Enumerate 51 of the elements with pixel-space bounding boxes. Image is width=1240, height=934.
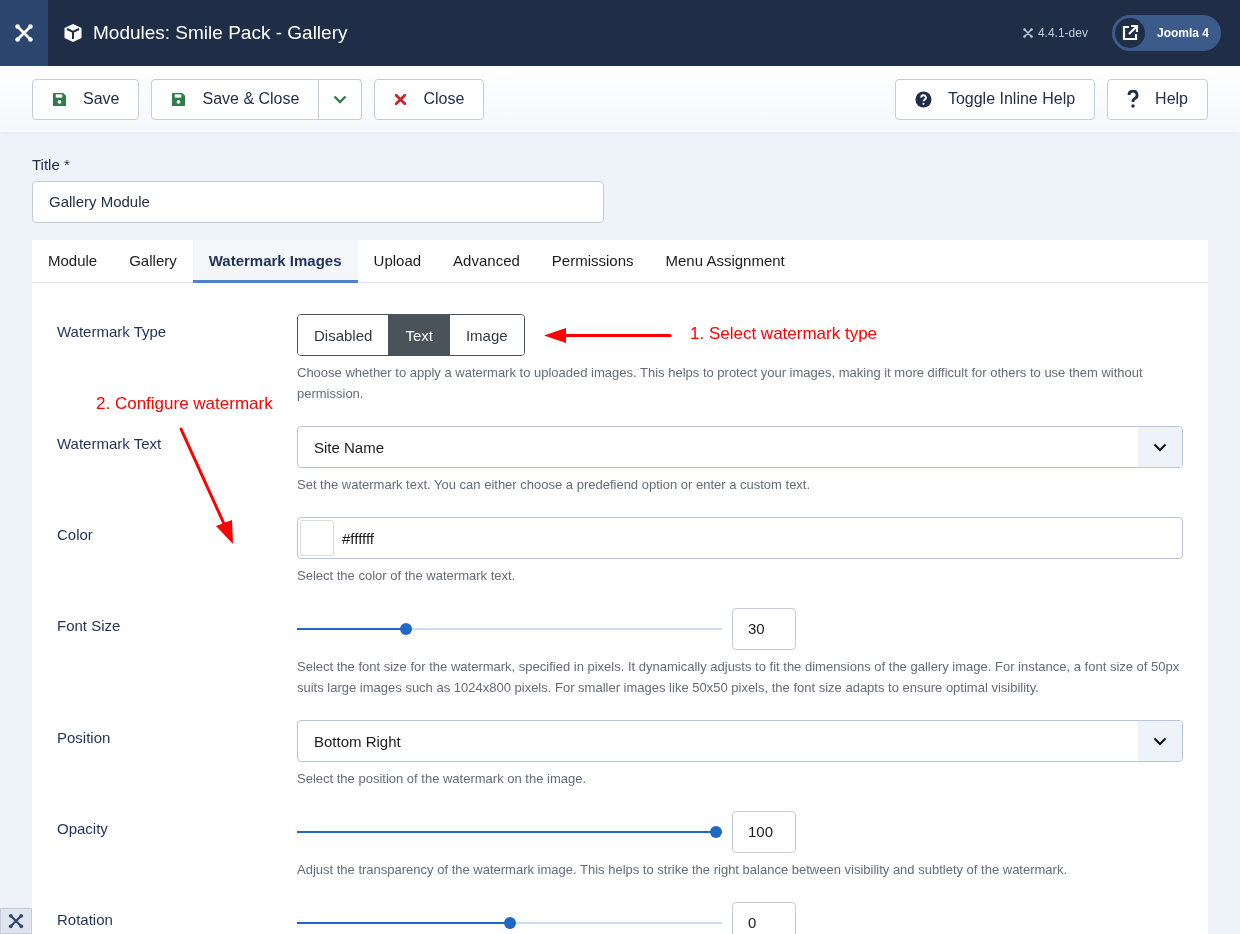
- annotation-text: 2. Configure watermark: [96, 394, 273, 414]
- number-field[interactable]: 0: [732, 902, 796, 934]
- color-field[interactable]: #ffffff: [297, 517, 1183, 559]
- tab[interactable]: Advanced: [437, 240, 536, 283]
- version-label: 4.4.1-dev: [1037, 26, 1088, 40]
- cube-icon: [63, 23, 83, 43]
- field-description: Select the position of the watermark on the image.: [297, 770, 588, 788]
- toolbar-button[interactable]: Help: [1107, 78, 1208, 120]
- toolbar-button[interactable]: Close: [374, 78, 485, 120]
- tab[interactable]: Permissions: [535, 240, 650, 283]
- external-link-icon: [1120, 24, 1139, 42]
- toolbar-button[interactable]: Toggle Inline Help: [894, 78, 1096, 120]
- select-field[interactable]: Bottom Right: [297, 720, 1183, 762]
- tab[interactable]: Upload: [357, 240, 438, 283]
- annotation-text: 1. Select watermark type: [690, 324, 878, 344]
- help-icon: [914, 90, 932, 108]
- tab[interactable]: Menu Assignment: [649, 240, 801, 283]
- title-field[interactable]: Gallery Module: [32, 181, 604, 223]
- chevron-down-icon: [1153, 736, 1167, 746]
- tab[interactable]: Gallery: [113, 240, 193, 283]
- field-label: Rotation: [57, 911, 113, 928]
- save-icon: [171, 91, 187, 107]
- toolbar-button[interactable]: Save: [32, 78, 140, 120]
- chevron-down-icon: [1153, 442, 1167, 452]
- toolbar-button[interactable]: Save & Close: [151, 78, 320, 120]
- joomla-logo[interactable]: [0, 0, 48, 66]
- field-label: Opacity: [57, 820, 108, 837]
- select-field[interactable]: Site Name: [297, 426, 1183, 468]
- field-description: Select the font size for the watermark, specified in pixels. It dynamically adjusts to fit the dimensions of the gallery image. For instance, a font size of 50px suits large images such as 1024x800 pixels. For smaller images like 50x50 pixels, the font size adapts to ensure optimal visibility.: [297, 658, 1181, 697]
- page-title: Modules: Smile Pack - Gallery: [93, 22, 348, 44]
- number-field[interactable]: 100: [732, 811, 796, 853]
- field-label: Watermark Type: [57, 323, 167, 340]
- field-label: Position: [57, 729, 111, 746]
- chevron-down-icon: [333, 94, 348, 104]
- field-label: Title *: [32, 156, 70, 173]
- segment-option[interactable]: Text: [388, 315, 449, 355]
- site-link-button[interactable]: Joomla 4: [1111, 15, 1221, 51]
- close-icon: [394, 92, 408, 106]
- field-description: Select the color of the watermark text.: [297, 567, 517, 585]
- field-label: Color: [57, 526, 93, 543]
- save-icon: [52, 91, 67, 107]
- field-description: Set the watermark text. You can either choose a predefiend option or enter a custom text.: [297, 476, 812, 494]
- segment-option[interactable]: Image: [448, 315, 524, 355]
- field-label: Watermark Text: [57, 435, 162, 452]
- field-label: Font Size: [57, 617, 121, 634]
- field-description: Adjust the transparency of the watermark image. This helps to strike the right balance between visibility and subtlety of the watermark.: [297, 861, 1069, 879]
- question-icon: [1127, 90, 1140, 108]
- field-description: Choose whether to apply a watermark to uploaded images. This helps to protect your images, making it more difficult for others to use them without permission.: [297, 364, 1144, 403]
- number-field[interactable]: 30: [732, 608, 796, 650]
- tab[interactable]: Module: [32, 240, 114, 283]
- tab[interactable]: Watermark Images: [192, 240, 358, 283]
